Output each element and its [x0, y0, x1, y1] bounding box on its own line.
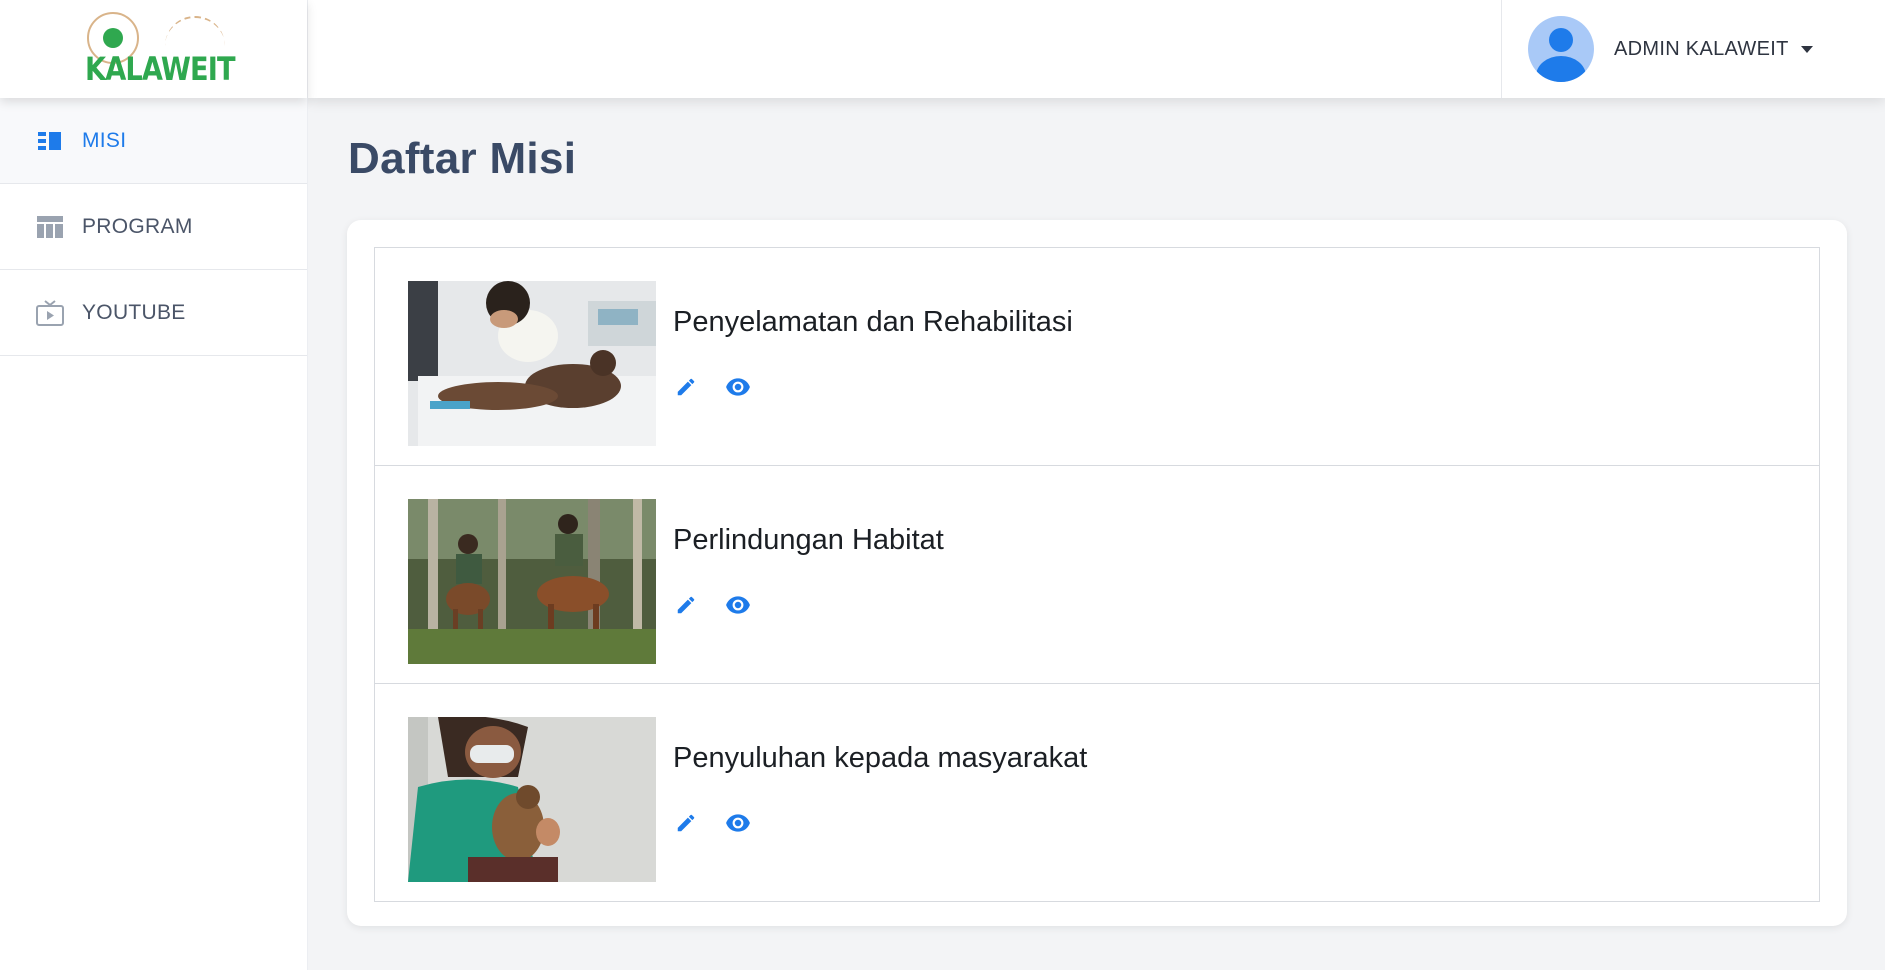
list-item: Penyuluhan kepada masyarakat [375, 684, 1819, 901]
mission-image [408, 281, 656, 446]
edit-icon[interactable] [673, 810, 699, 836]
kalaweit-logo[interactable]: KALAWEIT [79, 8, 235, 90]
list-item: Penyelamatan dan Rehabilitasi [375, 248, 1819, 466]
table-layout-icon [36, 215, 64, 239]
user-menu-toggle[interactable]: ADMIN KALAWEIT [1501, 0, 1885, 98]
view-eye-icon[interactable] [725, 592, 751, 618]
mission-list: Penyelamatan dan Rehabilitasi Perlindung… [374, 247, 1820, 902]
user-name: ADMIN KALAWEIT [1614, 37, 1789, 60]
mission-title: Perlindungan Habitat [673, 524, 944, 556]
tv-play-icon [36, 299, 64, 326]
sidebar-item-youtube[interactable]: YOUTUBE [0, 270, 307, 356]
mission-image [408, 499, 656, 664]
view-eye-icon[interactable] [725, 810, 751, 836]
row-actions [673, 592, 777, 618]
mission-title: Penyuluhan kepada masyarakat [673, 742, 1088, 774]
edit-icon[interactable] [673, 592, 699, 618]
sidebar-nav: MISI PROGRAM YOUTUBE [0, 98, 307, 356]
logo-text: KALAWEIT [84, 50, 236, 88]
sidebar-item-program[interactable]: PROGRAM [0, 184, 307, 270]
sidebar-item-label: MISI [82, 128, 127, 152]
logo-container: KALAWEIT [0, 0, 307, 98]
list-item: Perlindungan Habitat [375, 466, 1819, 684]
sidebar-item-misi[interactable]: MISI [0, 98, 307, 184]
logo-decoration [164, 16, 225, 46]
sidebar: KALAWEIT MISI PROGRAM YOUTUBE [0, 0, 308, 970]
sidebar-item-label: YOUTUBE [82, 300, 186, 324]
top-bar: ADMIN KALAWEIT [308, 0, 1885, 98]
list-columns-icon [36, 129, 64, 153]
edit-icon[interactable] [673, 374, 699, 400]
avatar [1528, 16, 1594, 82]
mission-card: Penyelamatan dan Rehabilitasi Perlindung… [347, 220, 1847, 926]
view-eye-icon[interactable] [725, 374, 751, 400]
caret-down-icon [1800, 45, 1813, 53]
row-actions [673, 374, 777, 400]
mission-title: Penyelamatan dan Rehabilitasi [673, 306, 1073, 338]
mission-image [408, 717, 656, 882]
sidebar-item-label: PROGRAM [82, 214, 193, 238]
row-actions [673, 810, 777, 836]
page-title: Daftar Misi [348, 134, 577, 183]
